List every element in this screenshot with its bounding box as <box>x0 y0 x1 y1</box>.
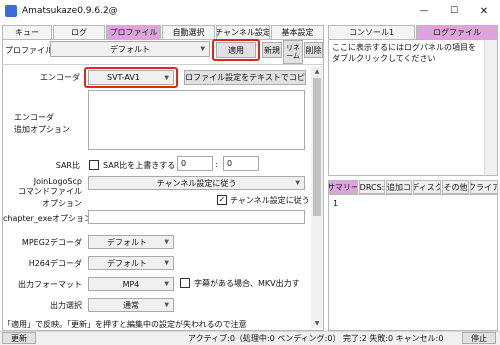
jls-option-label: オプション <box>42 199 82 208</box>
extra-options-textarea[interactable] <box>88 90 305 150</box>
minimize-button[interactable]: — <box>410 2 438 20</box>
h264-decoder-value: デフォルト <box>107 258 147 268</box>
refresh-button[interactable]: 更新 <box>2 332 36 344</box>
jls-command-label: JoinLogoScp コマンドファイル <box>18 177 82 196</box>
output-format-value: MP4 <box>122 279 140 289</box>
subtitle-mkv-checkbox[interactable] <box>180 278 190 288</box>
scroll-thumb[interactable] <box>313 78 321 216</box>
tab-console[interactable]: コンソール1 <box>328 25 415 39</box>
rename-label: リネーム <box>286 44 300 60</box>
output-select-label: 出力選択 <box>50 301 82 310</box>
sar-checkbox[interactable] <box>89 160 99 170</box>
encoder-label: エンコーダ <box>40 73 80 82</box>
apply-highlight <box>212 39 260 61</box>
profile-select[interactable]: デフォルト ▼ <box>50 41 210 57</box>
jls-option-checkbox[interactable]: ✓ <box>217 195 227 205</box>
tab-auto-select[interactable]: 自動選択 <box>162 25 215 39</box>
app-icon <box>5 5 17 17</box>
divider <box>2 64 324 65</box>
tab-summary[interactable]: サマリー <box>328 180 358 194</box>
tab-channel-settings[interactable]: チャンネル設定 <box>216 25 270 39</box>
output-format-select[interactable]: MP4 ▼ <box>88 277 174 291</box>
chapter-exe-label: chapter_exeオプション <box>3 214 92 223</box>
tab-drcs[interactable]: DRCS: <box>359 180 385 194</box>
chevron-down-icon: ▼ <box>295 179 300 187</box>
jls-option-check-label: チャンネル設定に従う <box>230 196 310 205</box>
sar-denominator-value: 0 <box>227 159 233 168</box>
tab-basic-settings[interactable]: 基本設定 <box>271 25 324 39</box>
jls-command-select[interactable]: チャンネル設定に従う ▼ <box>88 176 305 190</box>
rename-button[interactable]: リネーム <box>283 40 303 64</box>
output-select-value: 通常 <box>123 300 139 310</box>
mpeg2-decoder-label: MPEG2デコーダ <box>21 238 82 247</box>
tab-disk[interactable]: ディスク <box>413 180 441 194</box>
mpeg2-decoder-value: デフォルト <box>107 237 147 247</box>
sar-denominator[interactable]: 0 <box>223 156 259 171</box>
chevron-down-icon: ▼ <box>164 259 169 267</box>
scroll-down-icon[interactable]: ▼ <box>311 318 323 328</box>
tab-queue[interactable]: キュー <box>2 25 52 39</box>
mpeg2-decoder-select[interactable]: デフォルト ▼ <box>88 235 174 249</box>
chevron-down-icon: ▼ <box>200 45 205 53</box>
chevron-down-icon: ▼ <box>164 238 169 246</box>
window-title: Amatsukaze0.9.6.2@ <box>22 6 118 16</box>
hint-text: 「適用」で反映。「更新」を押すと編集中の設定が失われるので注意 <box>3 320 311 330</box>
encoder-highlight <box>84 67 178 88</box>
sar-checkbox-label: SAR比を上書きする <box>103 161 176 170</box>
delete-button[interactable]: 削除 <box>304 42 323 58</box>
close-button[interactable]: ✕ <box>470 2 498 20</box>
chevron-down-icon: ▼ <box>164 280 169 288</box>
subtitle-mkv-label: 字幕がある場合、MKV出力す <box>194 279 300 288</box>
tab-log[interactable]: ログ <box>53 25 105 39</box>
sar-separator: : <box>215 160 218 169</box>
log-placeholder: ここに表示するにはログパネルの項目をダブルクリックしてください <box>332 43 476 63</box>
tab-other[interactable]: その他 <box>442 180 469 194</box>
chevron-down-icon: ▼ <box>164 301 169 309</box>
copy-profile-button[interactable]: プロファイル設定をテキストでコピー <box>184 70 306 85</box>
scrollbar[interactable]: ▲ ▼ <box>311 66 323 328</box>
tab-additional[interactable]: 追加コ <box>386 180 412 194</box>
tab-log-file[interactable]: ログファイル <box>416 25 498 39</box>
summary-line: 1 <box>333 199 339 208</box>
h264-decoder-label: H264デコーダ <box>28 259 82 268</box>
chapter-exe-input[interactable] <box>88 210 305 224</box>
scroll-up-icon[interactable]: ▲ <box>311 66 323 76</box>
profile-select-value: デフォルト <box>110 44 150 54</box>
status-text: アクティブ:0（処理中:0 ペンディング:0） 完了:2 失敗:0 キャンセル:… <box>188 334 444 343</box>
log-panel: ここに表示するにはログパネルの項目をダブルクリックしてください <box>328 39 498 176</box>
h264-decoder-select[interactable]: デフォルト ▼ <box>88 256 174 270</box>
summary-panel: 1 <box>328 194 498 331</box>
log-scrollbar[interactable] <box>484 40 497 175</box>
extra-options-label: エンコーダ 追加オプション <box>14 113 70 134</box>
sar-label: SAR比 <box>55 161 80 170</box>
new-button[interactable]: 新規 <box>262 42 282 58</box>
stop-button[interactable]: 停止 <box>462 332 496 344</box>
jls-command-value: チャンネル設定に従う <box>156 178 237 188</box>
profile-label: プロファイル <box>5 46 53 55</box>
output-select[interactable]: 通常 ▼ <box>88 298 174 312</box>
maximize-button[interactable]: ☐ <box>440 2 468 20</box>
sar-numerator-value: 0 <box>181 159 187 168</box>
tab-profile[interactable]: プロファイル <box>106 25 161 39</box>
title-bar: Amatsukaze0.9.6.2@ — ☐ ✕ <box>0 0 500 22</box>
sar-numerator[interactable]: 0 <box>177 156 213 171</box>
output-format-label: 出力フォーマット <box>18 280 82 289</box>
tab-client[interactable]: クライア <box>470 180 498 194</box>
